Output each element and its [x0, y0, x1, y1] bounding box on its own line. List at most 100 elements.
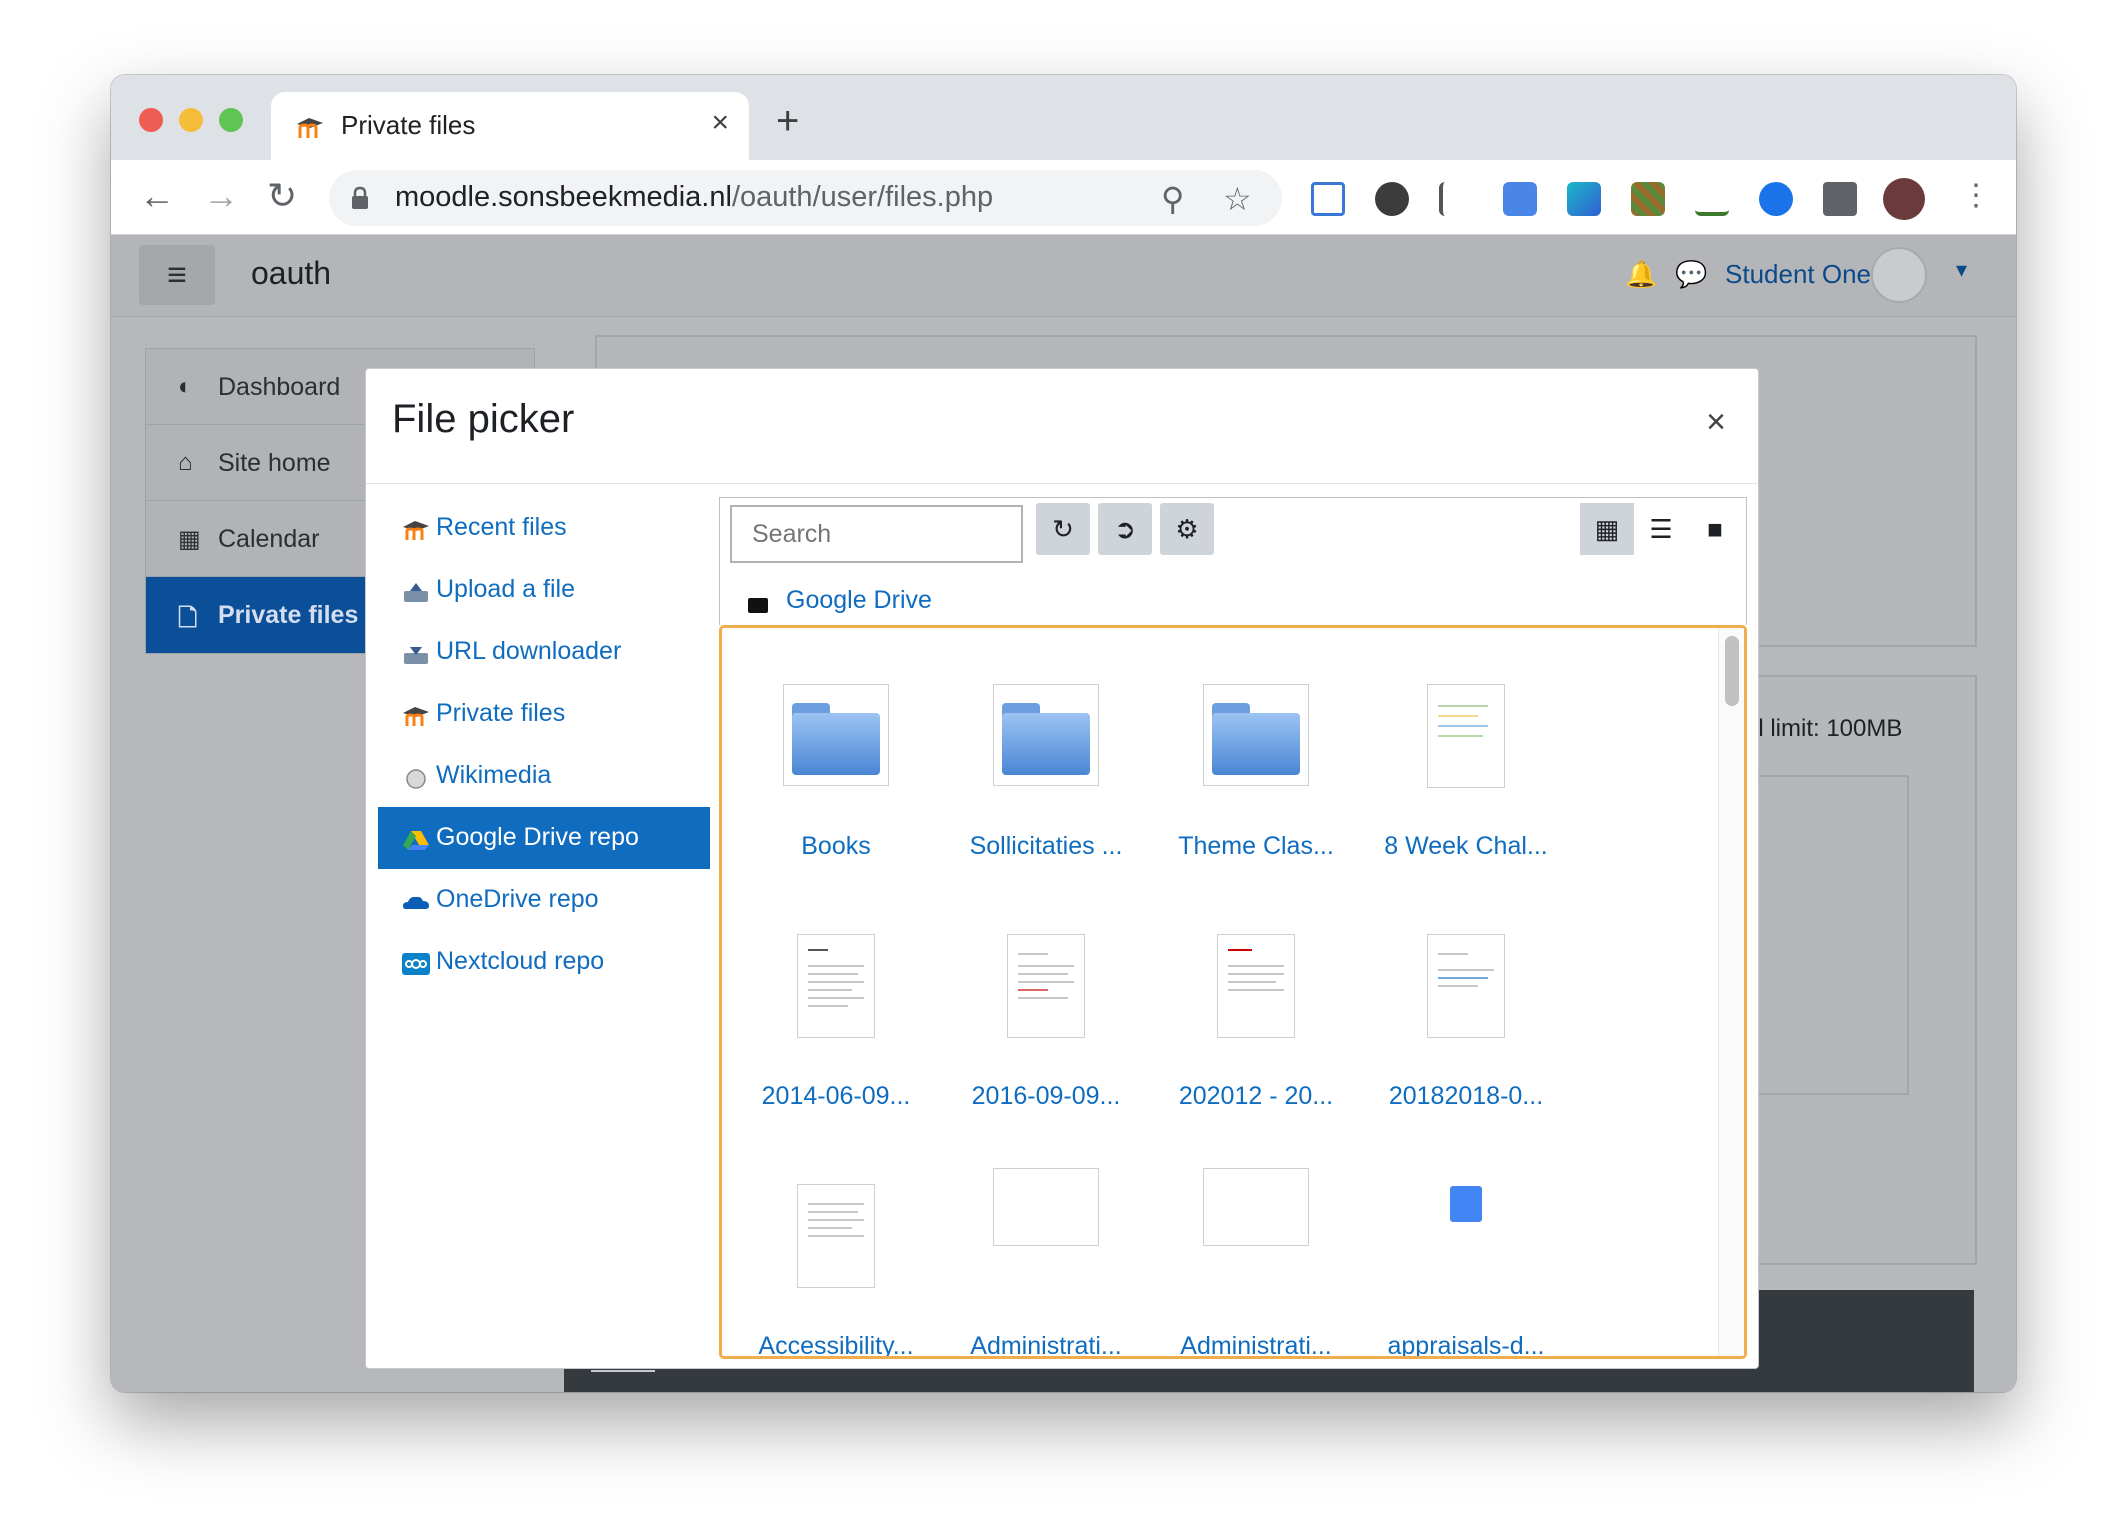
repo-recent-files[interactable]: Recent files: [378, 497, 710, 559]
file-tile[interactable]: Theme Clas...: [1156, 634, 1356, 864]
chevron-down-icon[interactable]: ▾: [1956, 257, 1967, 283]
wikimedia-globe-icon: [406, 769, 426, 789]
file-tile[interactable]: Books: [736, 634, 936, 864]
close-icon[interactable]: ×: [1706, 405, 1726, 439]
file-name: Accessibility...: [758, 1332, 914, 1359]
grid-view-icon[interactable]: ▦: [1580, 503, 1634, 555]
profile-avatar[interactable]: [1883, 178, 1925, 220]
breadcrumb-google-drive[interactable]: Google Drive: [786, 586, 932, 615]
new-tab-button[interactable]: +: [776, 101, 799, 141]
folder-thumbnail: [736, 634, 936, 794]
file-tile[interactable]: appraisals-d...: [1366, 1134, 1566, 1359]
file-grid: Books Sollicitaties ... Theme Clas... 8 …: [719, 625, 1747, 1359]
document-thumbnail: [946, 884, 1146, 1044]
repo-onedrive[interactable]: OneDrive repo: [378, 869, 710, 931]
repo-private-files[interactable]: Private files: [378, 683, 710, 745]
reload-icon[interactable]: ↻: [267, 174, 297, 218]
repo-wikimedia[interactable]: Wikimedia: [378, 745, 710, 807]
file-name: 2016-09-09...: [971, 1082, 1121, 1110]
spreadsheet-icon: [993, 1168, 1099, 1246]
extension-blue-circle-icon[interactable]: [1759, 182, 1793, 216]
folder-icon: [993, 684, 1099, 786]
file-name: Theme Clas...: [1178, 832, 1334, 860]
folder-icon: [783, 684, 889, 786]
close-tab-icon[interactable]: ×: [711, 106, 729, 140]
file-name: Sollicitaties ...: [969, 832, 1123, 860]
scrollbar-thumb[interactable]: [1725, 636, 1739, 706]
settings-gear-icon[interactable]: ⚙: [1160, 503, 1214, 555]
browser-tab[interactable]: Private files ×: [271, 92, 749, 160]
extension-n-icon[interactable]: [1567, 182, 1601, 216]
repo-google-drive[interactable]: Google Drive repo: [378, 807, 710, 869]
file-tile[interactable]: Administrati...: [946, 1134, 1146, 1359]
repo-label: Nextcloud repo: [436, 947, 605, 975]
logout-icon[interactable]: ➲: [1098, 503, 1152, 555]
url-path: /oauth/user/files.php: [731, 181, 994, 213]
image-thumbnail: [1366, 634, 1566, 794]
document-thumbnail: [1156, 884, 1356, 1044]
file-name: 202012 - 20...: [1178, 1082, 1334, 1110]
spreadsheet-icon: [1203, 1168, 1309, 1246]
folder-icon: [1203, 684, 1309, 786]
file-tile[interactable]: 20182018-0...: [1366, 884, 1566, 1114]
zoom-icon[interactable]: ⚲: [1161, 180, 1184, 218]
repo-url-downloader[interactable]: URL downloader: [378, 621, 710, 683]
messages-icon[interactable]: 💬: [1675, 259, 1707, 290]
browser-menu-icon[interactable]: ⋮: [1961, 174, 1991, 218]
file-name: appraisals-d...: [1387, 1332, 1545, 1359]
bookmark-star-icon[interactable]: ☆: [1223, 180, 1252, 218]
upload-icon: [404, 583, 428, 602]
address-bar[interactable]: moodle.sonsbeekmedia.nl/oauth/user/files…: [329, 170, 1282, 226]
extensions-puzzle-icon[interactable]: [1823, 182, 1857, 216]
extension-check-icon[interactable]: [1695, 182, 1729, 216]
repo-label: Wikimedia: [436, 761, 552, 789]
maximize-window-button[interactable]: [219, 108, 243, 132]
file-tile[interactable]: 2016-09-09...: [946, 884, 1146, 1114]
url-text[interactable]: moodle.sonsbeekmedia.nl/oauth/user/files…: [395, 181, 993, 214]
extension-translate-icon[interactable]: [1503, 182, 1537, 216]
search-input[interactable]: [730, 505, 1023, 563]
repo-label: Private files: [436, 699, 566, 727]
forward-arrow-icon[interactable]: →: [203, 174, 239, 218]
google-drive-icon: [403, 831, 429, 850]
file-tile[interactable]: Accessibility...: [736, 1134, 936, 1359]
url-host: moodle.sonsbeekmedia.nl: [395, 181, 732, 213]
google-docs-icon: [1450, 1186, 1482, 1222]
nav-item-label: Dashboard: [218, 373, 341, 401]
file-tile[interactable]: 2014-06-09...: [736, 884, 936, 1114]
file-name: Books: [801, 832, 871, 860]
dialog-title: File picker: [392, 397, 575, 441]
file-name: 20182018-0...: [1388, 1082, 1544, 1110]
file-name: Administrati...: [1180, 1332, 1332, 1359]
scrollbar[interactable]: [1718, 628, 1744, 1356]
repo-nextcloud[interactable]: Nextcloud repo: [378, 931, 710, 993]
extension-triangle-icon[interactable]: [1311, 182, 1345, 216]
user-name[interactable]: Student One: [1725, 259, 1871, 290]
folder-view-icon[interactable]: ■: [1688, 503, 1742, 555]
site-name[interactable]: oauth: [251, 255, 331, 292]
hamburger-menu-icon[interactable]: ≡: [139, 245, 215, 305]
user-avatar[interactable]: [1871, 247, 1927, 303]
list-view-icon[interactable]: ☰: [1634, 503, 1688, 555]
refresh-icon[interactable]: ↻: [1036, 503, 1090, 555]
file-name: Administrati...: [970, 1332, 1122, 1359]
back-arrow-icon[interactable]: ←: [139, 174, 175, 218]
file-tile[interactable]: Sollicitaties ...: [946, 634, 1146, 864]
repo-upload-file[interactable]: Upload a file: [378, 559, 710, 621]
home-icon: ⌂: [178, 449, 193, 476]
notification-bell-icon[interactable]: 🔔: [1625, 259, 1657, 290]
moodle-icon: [403, 707, 429, 726]
extension-w-icon[interactable]: [1375, 182, 1409, 216]
close-window-button[interactable]: [139, 108, 163, 132]
extension-pattern-icon[interactable]: [1631, 182, 1665, 216]
extension-flag-icon[interactable]: [1439, 182, 1473, 216]
spreadsheet-preview-icon: [1427, 684, 1505, 788]
file-tile[interactable]: Administrati...: [1156, 1134, 1356, 1359]
folder-thumbnail: [946, 634, 1146, 794]
moodle-favicon-icon: [297, 118, 323, 138]
file-icon: 🗋: [178, 605, 198, 632]
file-tile[interactable]: 202012 - 20...: [1156, 884, 1356, 1114]
minimize-window-button[interactable]: [179, 108, 203, 132]
file-tile[interactable]: 8 Week Chal...: [1366, 634, 1566, 864]
background-filemanager: [1751, 775, 1909, 1095]
